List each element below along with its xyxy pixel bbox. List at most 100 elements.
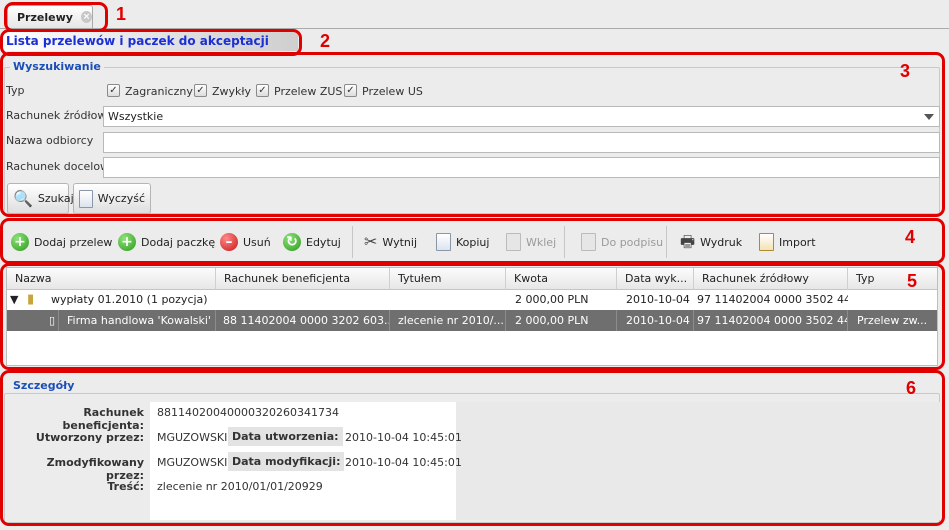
- column-header-date[interactable]: Data wyk...: [617, 268, 694, 290]
- table-header: Nazwa Rachunek beneficjenta Tytułem Kwot…: [7, 268, 937, 290]
- page-title: Lista przelewów i paczek do akceptacji: [3, 32, 298, 51]
- edit-button[interactable]: ↻ Edytuj: [283, 231, 341, 253]
- created-date-value: 2010-10-04 10:45:01: [345, 431, 462, 444]
- toolbar-separator: [666, 226, 667, 258]
- table-group-row[interactable]: ▼ ▮ wypłaty 01.2010 (1 pozycja) 2 000,00…: [7, 289, 937, 310]
- to-sign-button[interactable]: Do podpisu: [581, 231, 663, 253]
- paste-button[interactable]: Wklej: [506, 231, 556, 253]
- clear-document-icon: [79, 189, 93, 208]
- row-amount: 2 000,00 PLN: [511, 310, 617, 331]
- created-by-label: Utworzony przez:: [35, 431, 144, 444]
- scissors-icon: ✂: [364, 232, 378, 251]
- annotation-number-1: 1: [116, 4, 127, 24]
- cut-label: Wytnij: [382, 235, 417, 249]
- content-value: zlecenie nr 2010/01/01/20929: [157, 480, 323, 493]
- paste-label: Wklej: [526, 235, 557, 249]
- minus-icon: –: [220, 233, 238, 251]
- type-label: Typ: [6, 84, 25, 97]
- column-header-source[interactable]: Rachunek źródłowy: [694, 268, 848, 290]
- import-label: Import: [779, 235, 816, 249]
- group-date: 2010-10-04: [626, 293, 690, 306]
- beneficiary-account-value: 88114020040000320260341734: [157, 406, 339, 419]
- magnifier-icon: 🔍: [13, 188, 33, 208]
- recipient-name-label: Nazwa odbiorcy: [6, 134, 94, 147]
- add-package-button[interactable]: + Dodaj paczkę: [118, 231, 215, 253]
- toolbar-separator: [564, 226, 565, 258]
- source-account-label: Rachunek źródłowy: [6, 109, 113, 122]
- content-label: Treść:: [107, 480, 144, 493]
- created-by-value: MGUZOWSKI: [157, 431, 228, 444]
- delete-label: Usuń: [243, 235, 271, 249]
- sign-document-icon: [581, 233, 596, 251]
- tab-divider: [0, 28, 949, 29]
- delete-button[interactable]: – Usuń: [220, 231, 271, 253]
- modified-by-value: MGUZOWSKI: [157, 456, 228, 469]
- search-legend: Wyszukiwanie: [10, 60, 104, 73]
- row-source: 97 11402004 0000 3502 445...: [693, 310, 848, 331]
- row-name: Firma handlowa 'Kowalski': [63, 310, 216, 331]
- expand-arrow-icon[interactable]: ▼: [7, 289, 23, 310]
- checkbox-us-label: Przelew US: [362, 85, 423, 98]
- checkbox-zus-label: Przelew ZUS: [274, 85, 343, 98]
- column-header-name[interactable]: Nazwa: [7, 268, 216, 290]
- row-date: 2010-10-04: [622, 310, 694, 331]
- clipboard-icon: [759, 233, 774, 251]
- checkbox-us[interactable]: ✓: [344, 84, 357, 97]
- print-button[interactable]: 🖶 Wydruk: [680, 231, 742, 253]
- table-row[interactable]: ▯ Firma handlowa 'Kowalski' 88 11402004 …: [7, 310, 937, 331]
- row-title: zlecenie nr 2010/...: [394, 310, 506, 331]
- folder-icon: ▮: [27, 292, 35, 307]
- plus-icon: +: [118, 233, 136, 251]
- column-header-title[interactable]: Tytułem: [390, 268, 506, 290]
- add-transfer-button[interactable]: + Dodaj przelew: [11, 231, 112, 253]
- column-header-beneficiary[interactable]: Rachunek beneficjenta: [216, 268, 390, 290]
- refresh-icon: ↻: [283, 233, 301, 251]
- source-account-select[interactable]: Wszystkie: [103, 106, 940, 127]
- modified-date-label: Data modyfikacji:: [228, 452, 345, 471]
- column-header-amount[interactable]: Kwota: [506, 268, 617, 290]
- cut-button[interactable]: ✂ Wytnij: [364, 231, 417, 253]
- add-transfer-label: Dodaj przelew: [34, 235, 113, 249]
- annotation-number-5: 5: [907, 271, 918, 291]
- checkbox-zagraniczny-label: Zagraniczny: [125, 85, 193, 98]
- annotation-number-3: 3: [900, 61, 911, 81]
- clear-button[interactable]: Wyczyść: [73, 183, 151, 214]
- details-legend: Szczegóły: [10, 379, 78, 392]
- checkbox-zwykly-label: Zwykły: [212, 85, 252, 98]
- target-account-label: Rachunek docelowy: [6, 160, 116, 173]
- copy-icon: [436, 233, 451, 251]
- beneficiary-account-label: Rachunek beneficjenta:: [62, 406, 144, 432]
- import-button[interactable]: Import: [759, 231, 816, 253]
- row-beneficiary: 88 11402004 0000 3202 603...: [219, 310, 390, 331]
- group-name: wypłaty 01.2010 (1 pozycja): [51, 293, 208, 306]
- group-source: 97 11402004 0000 3502 445...: [697, 293, 848, 306]
- recipient-name-input[interactable]: [103, 132, 940, 153]
- plus-icon: +: [11, 233, 29, 251]
- column-header-type[interactable]: Typ: [848, 268, 937, 290]
- paste-icon: [506, 233, 521, 251]
- annotation-number-4: 4: [905, 227, 916, 247]
- target-account-input[interactable]: [103, 157, 940, 178]
- group-amount: 2 000,00 PLN: [515, 293, 589, 306]
- copy-label: Kopiuj: [456, 235, 490, 249]
- edit-label: Edytuj: [306, 235, 341, 249]
- printer-icon: 🖶: [680, 232, 696, 251]
- toolbar-separator: [352, 226, 353, 258]
- details-empty-area: [456, 402, 940, 520]
- add-package-label: Dodaj paczkę: [141, 235, 216, 249]
- search-button[interactable]: 🔍 Szukaj: [7, 183, 74, 214]
- document-icon: ▯: [45, 310, 59, 331]
- tab-przelewy[interactable]: Przelewy ×: [7, 5, 93, 28]
- checkbox-zwykly[interactable]: ✓: [194, 84, 207, 97]
- checkbox-zus[interactable]: ✓: [256, 84, 269, 97]
- source-account-value: Wszystkie: [108, 110, 164, 123]
- chevron-down-icon[interactable]: [924, 114, 934, 120]
- copy-button[interactable]: Kopiuj: [436, 231, 489, 253]
- print-label: Wydruk: [700, 235, 743, 249]
- modified-by-label: Zmodyfikowany przez:: [46, 456, 144, 482]
- annotation-number-2: 2: [320, 31, 331, 51]
- clear-button-label: Wyczyść: [97, 192, 145, 205]
- tab-label: Przelewy: [17, 10, 73, 24]
- checkbox-zagraniczny[interactable]: ✓: [107, 84, 120, 97]
- close-icon[interactable]: ×: [80, 11, 92, 23]
